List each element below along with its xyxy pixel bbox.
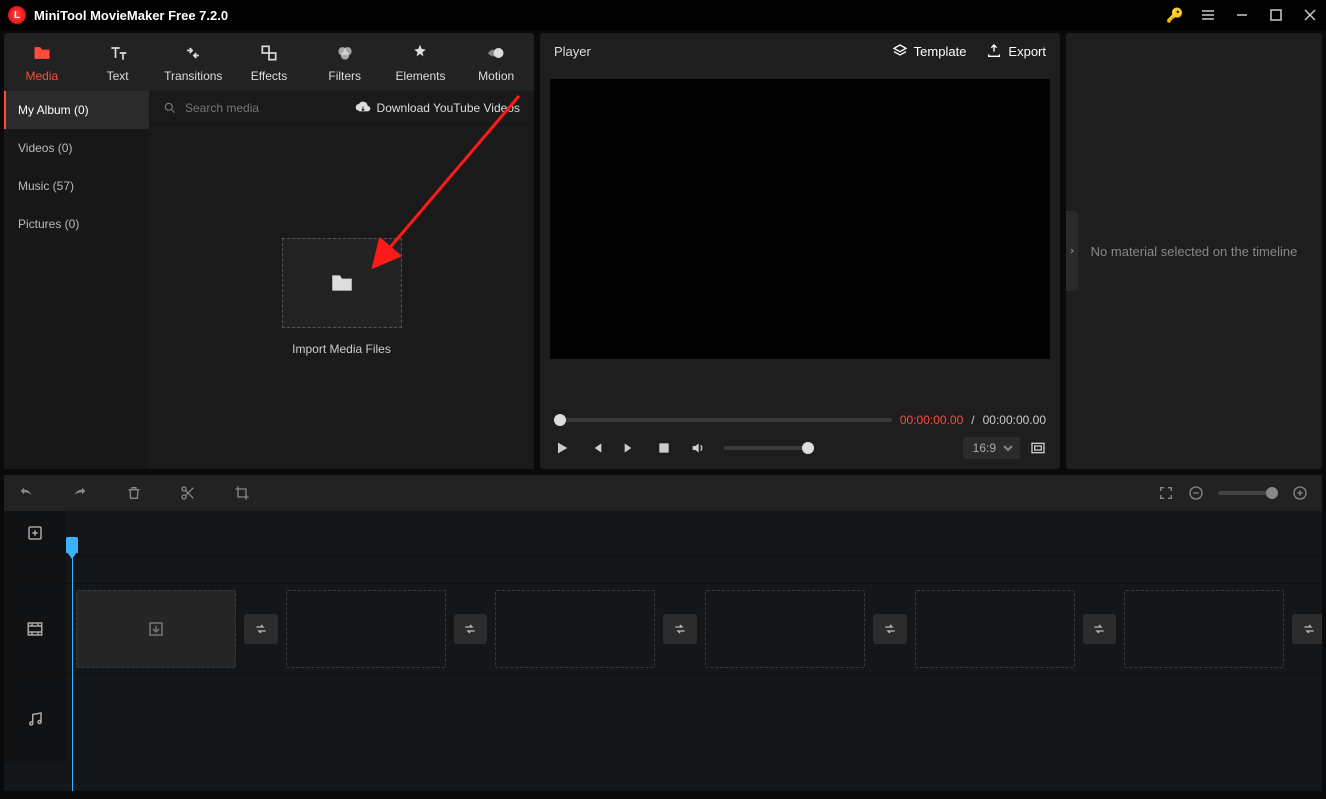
sidebar-item-music[interactable]: Music (57) bbox=[4, 167, 149, 205]
sidebar-item-myalbum[interactable]: My Album (0) bbox=[4, 91, 149, 129]
chevron-right-icon bbox=[1068, 245, 1076, 257]
swap-icon bbox=[882, 621, 898, 637]
clip-slot[interactable] bbox=[705, 590, 865, 668]
zoom-slider[interactable] bbox=[1218, 491, 1278, 495]
volume-slider[interactable] bbox=[724, 446, 814, 450]
main-tabs: Media Text Transitions Effects Filters E… bbox=[4, 33, 534, 91]
stop-button[interactable] bbox=[656, 440, 672, 456]
app-logo: L bbox=[8, 6, 26, 24]
export-button[interactable]: Export bbox=[986, 43, 1046, 59]
transition-slot[interactable] bbox=[873, 614, 907, 644]
clip-slot[interactable] bbox=[495, 590, 655, 668]
media-content: Download YouTube Videos Import Media Fil… bbox=[149, 91, 534, 469]
player-title: Player bbox=[554, 44, 591, 59]
transition-slot[interactable] bbox=[454, 614, 488, 644]
transition-slot[interactable] bbox=[1083, 614, 1117, 644]
clip-slot[interactable] bbox=[1124, 590, 1284, 668]
fullscreen-button[interactable] bbox=[1030, 440, 1046, 456]
template-button[interactable]: Template bbox=[892, 43, 967, 59]
tab-text[interactable]: Text bbox=[80, 33, 156, 91]
clip-slot[interactable] bbox=[915, 590, 1075, 668]
clip-slot[interactable] bbox=[286, 590, 446, 668]
undo-button[interactable] bbox=[18, 485, 34, 501]
transition-slot[interactable] bbox=[663, 614, 697, 644]
aspect-ratio-select[interactable]: 16:9 bbox=[963, 437, 1020, 459]
video-track-icon bbox=[26, 620, 44, 638]
search-icon bbox=[163, 101, 177, 115]
sidebar-item-pictures[interactable]: Pictures (0) bbox=[4, 205, 149, 243]
hamburger-icon[interactable] bbox=[1200, 7, 1216, 23]
minimize-icon[interactable] bbox=[1234, 7, 1250, 23]
music-track-icon bbox=[26, 710, 44, 728]
swap-icon bbox=[462, 621, 478, 637]
properties-empty-message: No material selected on the timeline bbox=[1091, 244, 1298, 259]
clip-slot[interactable] bbox=[76, 590, 236, 668]
video-track[interactable] bbox=[4, 583, 1322, 673]
cloud-download-icon bbox=[355, 100, 371, 116]
swap-icon bbox=[1091, 621, 1107, 637]
text-icon bbox=[108, 43, 128, 63]
elements-icon bbox=[410, 43, 430, 63]
timeline bbox=[4, 511, 1322, 791]
timeline-ruler[interactable] bbox=[66, 511, 1322, 555]
search-input[interactable] bbox=[185, 101, 347, 115]
play-button[interactable] bbox=[554, 440, 570, 456]
player-panel: Player Template Export 00:00:00.00 / 00:… bbox=[540, 33, 1060, 469]
folder-icon bbox=[329, 270, 355, 296]
split-button[interactable] bbox=[180, 485, 196, 501]
time-total: 00:00:00.00 bbox=[983, 413, 1046, 427]
motion-icon bbox=[486, 43, 506, 63]
player-viewport bbox=[550, 79, 1050, 359]
properties-panel: No material selected on the timeline bbox=[1066, 33, 1322, 469]
export-icon bbox=[986, 43, 1002, 59]
tab-motion[interactable]: Motion bbox=[458, 33, 534, 91]
import-clip-icon bbox=[147, 620, 165, 638]
redo-button[interactable] bbox=[72, 485, 88, 501]
swap-icon bbox=[253, 621, 269, 637]
transition-slot[interactable] bbox=[1292, 614, 1322, 644]
media-panel: Media Text Transitions Effects Filters E… bbox=[4, 33, 534, 469]
prev-frame-button[interactable] bbox=[588, 440, 604, 456]
delete-button[interactable] bbox=[126, 485, 142, 501]
transition-slot[interactable] bbox=[244, 614, 278, 644]
app-title: MiniTool MovieMaker Free 7.2.0 bbox=[34, 8, 228, 23]
transitions-icon bbox=[183, 43, 203, 63]
tab-media[interactable]: Media bbox=[4, 33, 80, 91]
download-youtube-button[interactable]: Download YouTube Videos bbox=[355, 100, 520, 116]
layers-icon bbox=[892, 43, 908, 59]
tab-effects[interactable]: Effects bbox=[231, 33, 307, 91]
fit-button[interactable] bbox=[1158, 485, 1174, 501]
swap-icon bbox=[672, 621, 688, 637]
crop-button[interactable] bbox=[234, 485, 250, 501]
audio-track[interactable] bbox=[4, 673, 1322, 763]
zoom-in-button[interactable] bbox=[1292, 485, 1308, 501]
zoom-out-button[interactable] bbox=[1188, 485, 1204, 501]
tab-elements[interactable]: Elements bbox=[383, 33, 459, 91]
close-icon[interactable] bbox=[1302, 7, 1318, 23]
tab-transitions[interactable]: Transitions bbox=[155, 33, 231, 91]
key-icon[interactable]: 🔑 bbox=[1166, 7, 1182, 23]
import-media-button[interactable] bbox=[282, 238, 402, 328]
titlebar: L MiniTool MovieMaker Free 7.2.0 🔑 bbox=[0, 0, 1326, 30]
panel-collapse-handle[interactable] bbox=[1066, 211, 1078, 291]
tab-filters[interactable]: Filters bbox=[307, 33, 383, 91]
import-media-label: Import Media Files bbox=[292, 342, 391, 356]
maximize-icon[interactable] bbox=[1268, 7, 1284, 23]
volume-button[interactable] bbox=[690, 440, 706, 456]
next-frame-button[interactable] bbox=[622, 440, 638, 456]
swap-icon bbox=[1301, 621, 1317, 637]
playhead[interactable] bbox=[72, 537, 73, 791]
folder-icon bbox=[32, 43, 52, 63]
effects-icon bbox=[259, 43, 279, 63]
time-current: 00:00:00.00 bbox=[900, 413, 963, 427]
add-track-button[interactable] bbox=[27, 525, 43, 541]
filters-icon bbox=[335, 43, 355, 63]
timeline-toolbar bbox=[4, 475, 1322, 511]
sidebar-item-videos[interactable]: Videos (0) bbox=[4, 129, 149, 167]
media-sidebar: My Album (0) Videos (0) Music (57) Pictu… bbox=[4, 91, 149, 469]
seek-bar[interactable] bbox=[554, 418, 892, 422]
